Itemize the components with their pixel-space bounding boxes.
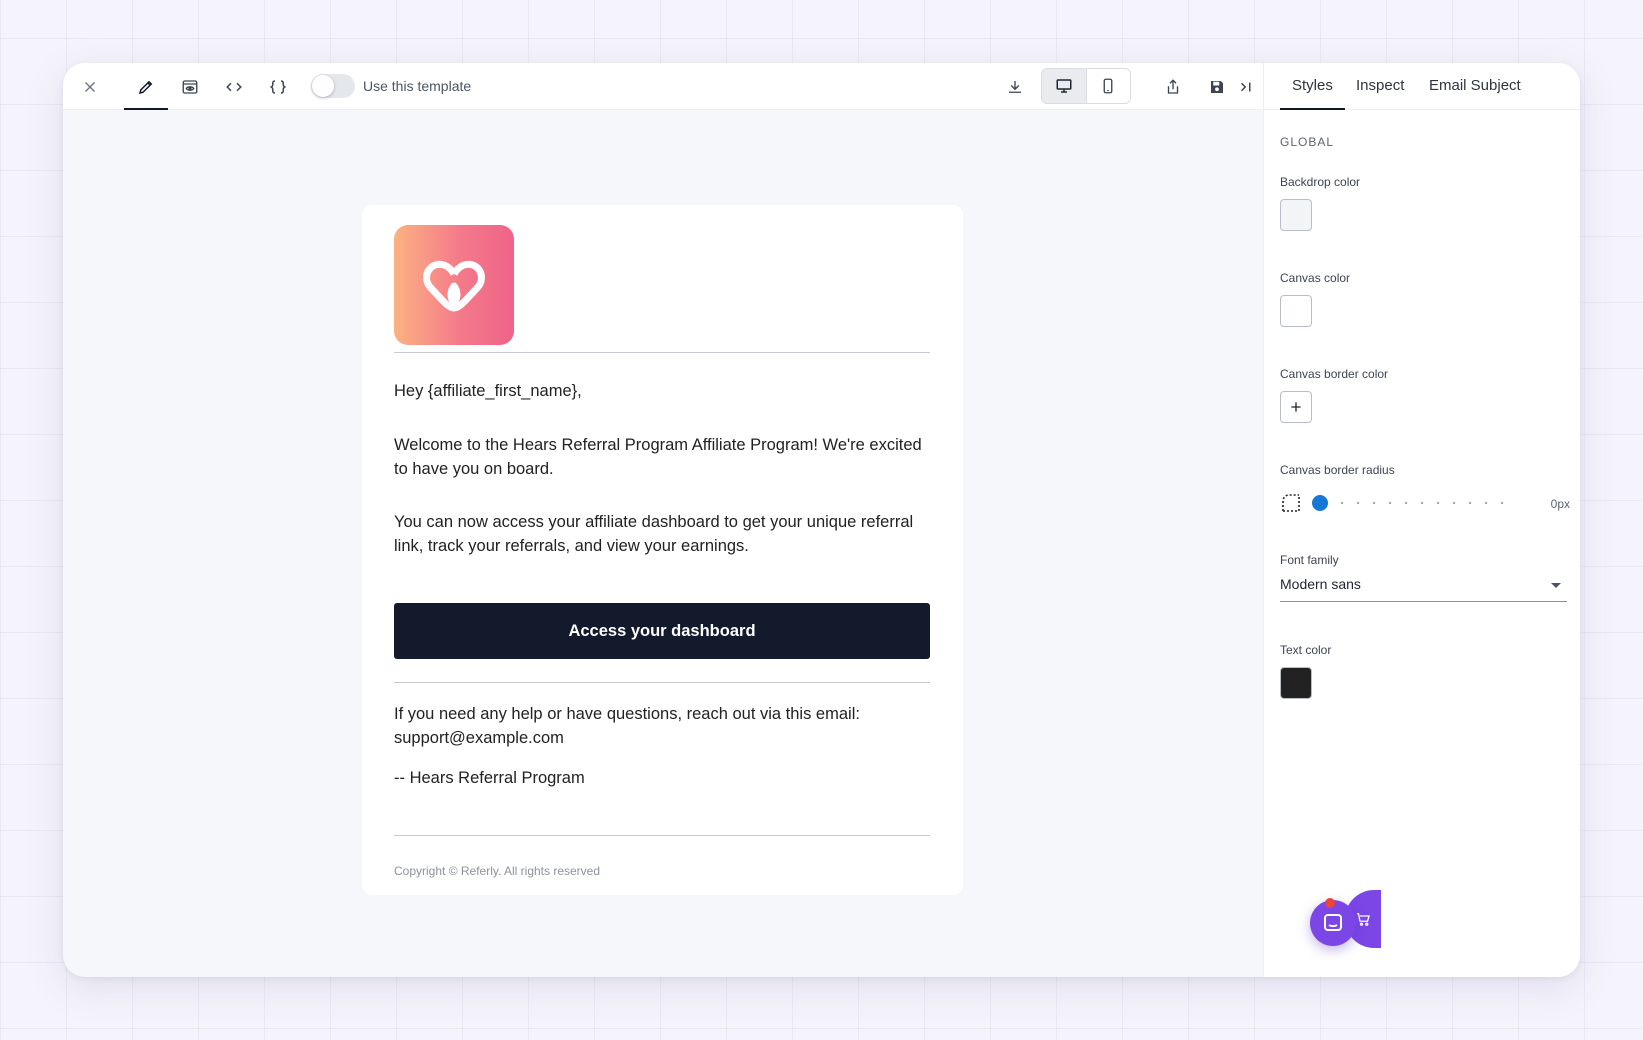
toggle-knob xyxy=(312,75,334,97)
backdrop-color-swatch[interactable] xyxy=(1280,199,1312,231)
device-switcher xyxy=(1041,68,1131,104)
slider-thumb[interactable] xyxy=(1312,495,1328,511)
canvas-color-label: Canvas color xyxy=(1280,271,1351,285)
copyright: Copyright © Referly. All rights reserved xyxy=(394,864,601,878)
close-icon[interactable] xyxy=(68,63,112,110)
divider xyxy=(394,352,930,353)
help-paragraph: If you need any help or have questions, … xyxy=(394,705,860,747)
font-family-label: Font family xyxy=(1280,553,1339,567)
canvas-border-color-label: Canvas border color xyxy=(1280,367,1389,381)
collapse-panel-icon[interactable] xyxy=(1229,63,1263,110)
border-radius-icon xyxy=(1282,494,1300,512)
json-braces-icon[interactable] xyxy=(256,63,300,110)
preview-icon[interactable] xyxy=(168,63,212,110)
divider xyxy=(394,682,930,683)
tab-email-subject[interactable]: Email Subject xyxy=(1429,77,1521,94)
greeting: Hey {affiliate_first_name}, xyxy=(394,382,582,400)
dashboard-paragraph: You can now access your affiliate dashbo… xyxy=(394,513,914,555)
use-template-toggle[interactable] xyxy=(311,74,355,98)
text-color-swatch[interactable] xyxy=(1280,667,1312,699)
use-template-label: Use this template xyxy=(363,78,472,94)
canvas-border-radius-label: Canvas border radius xyxy=(1280,463,1395,477)
download-icon[interactable] xyxy=(993,63,1037,110)
add-border-color-button[interactable] xyxy=(1280,391,1312,423)
backdrop-color-label: Backdrop color xyxy=(1280,175,1361,189)
text-color-label: Text color xyxy=(1280,643,1332,657)
notification-dot xyxy=(1325,898,1335,908)
code-icon[interactable] xyxy=(212,63,256,110)
signoff: -- Hears Referral Program xyxy=(394,769,585,787)
chat-icon xyxy=(1324,914,1342,931)
divider xyxy=(394,835,930,836)
email-preview: Hey {affiliate_first_name}, Welcome to t… xyxy=(362,205,963,895)
edit-pencil-icon[interactable] xyxy=(124,63,168,110)
font-family-select[interactable]: Modern sans xyxy=(1280,576,1567,602)
welcome-paragraph: Welcome to the Hears Referral Program Af… xyxy=(394,436,922,478)
tab-inspect[interactable]: Inspect xyxy=(1356,77,1404,94)
font-family-value: Modern sans xyxy=(1280,576,1361,592)
desktop-view-icon[interactable] xyxy=(1042,69,1086,103)
border-radius-slider[interactable] xyxy=(1312,494,1517,512)
plus-icon xyxy=(1291,402,1301,412)
editor-window: Use this template Hey {affiliate_first_n… xyxy=(63,63,1580,977)
panel-tabs: Styles Inspect Email Subject xyxy=(1264,63,1580,110)
section-global: GLOBAL xyxy=(1280,135,1335,149)
email-canvas: Hey {affiliate_first_name}, Welcome to t… xyxy=(63,110,1263,977)
canvas-color-swatch[interactable] xyxy=(1280,295,1312,327)
brand-logo xyxy=(394,225,514,345)
mobile-view-icon[interactable] xyxy=(1085,69,1130,103)
cart-icon xyxy=(1357,913,1370,926)
access-dashboard-button[interactable]: Access your dashboard xyxy=(394,603,930,659)
border-radius-value: 0px xyxy=(1550,497,1570,511)
styles-panel: Styles Inspect Email Subject GLOBAL Back… xyxy=(1263,63,1580,977)
tab-styles[interactable]: Styles xyxy=(1280,77,1345,110)
toolbar: Use this template xyxy=(63,63,1263,110)
share-icon[interactable] xyxy=(1151,63,1195,110)
chevron-down-icon xyxy=(1551,583,1561,588)
slider-track xyxy=(1318,502,1517,504)
